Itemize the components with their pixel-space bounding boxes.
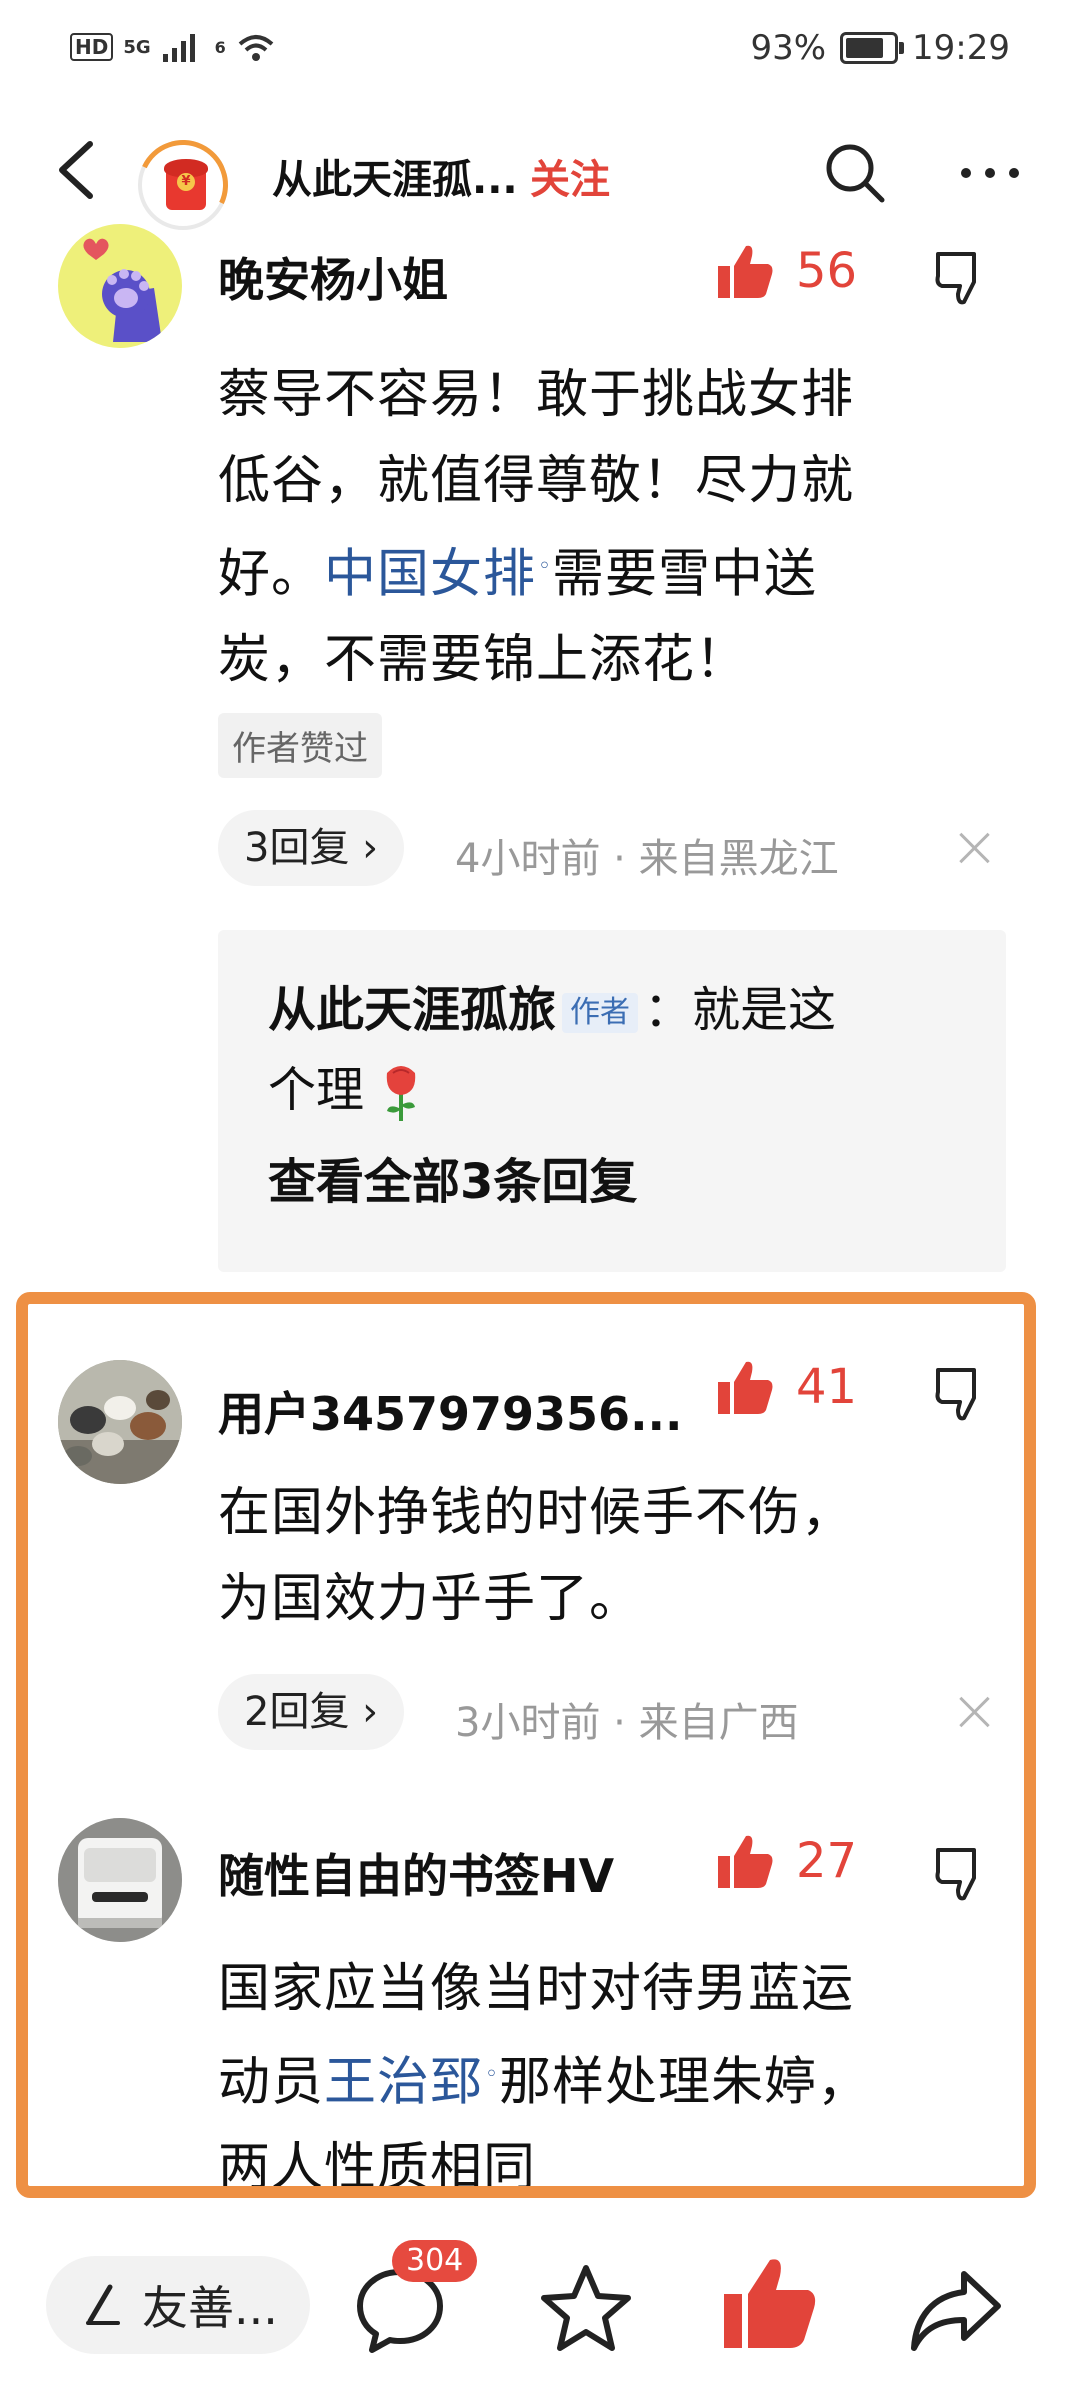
comment-meta: 3小时前 · 来自广西: [455, 1700, 799, 1746]
like-button[interactable]: 41: [716, 1358, 857, 1416]
view-all-replies[interactable]: 查看全部3条回复: [268, 1142, 968, 1222]
comment-line: 在国外挣钱的时候手不伤，: [218, 1483, 855, 1543]
keyword-search-icon: ◦: [485, 2062, 500, 2087]
status-bar: HD 5G 6 93% 19:29: [0, 0, 1080, 100]
hd-badge: HD: [70, 33, 114, 61]
battery-icon: [840, 32, 905, 64]
like-count: 56: [796, 243, 858, 299]
comment-text-segment: 那样处理朱婷，: [499, 2052, 871, 2113]
signal-icon: [162, 34, 195, 62]
comment-username[interactable]: 随性自由的书签HV: [218, 1840, 614, 1906]
keyword-link[interactable]: 中国女排: [324, 544, 536, 604]
like-button[interactable]: 56: [716, 242, 857, 300]
close-icon[interactable]: [955, 828, 995, 868]
bottom-bar: 友善... 304: [0, 2220, 1080, 2400]
replies-label: 2回复: [244, 1689, 350, 1735]
battery-percent: 93%: [750, 28, 827, 68]
thumb-down-icon[interactable]: [930, 246, 994, 310]
red-envelope-icon: [164, 159, 208, 210]
comment-line: 为国效力乎手了。: [218, 1569, 643, 1629]
robot-vacuum-avatar-icon: [58, 1818, 182, 1942]
comment-text: 在国外挣钱的时候手不伤， 为国效力乎手了。: [218, 1470, 978, 1642]
comment-username[interactable]: 晚安杨小姐: [218, 244, 448, 310]
replies-button[interactable]: 3回复 ›: [218, 810, 405, 886]
author-tag: 作者: [562, 993, 639, 1033]
comment-input[interactable]: 友善...: [46, 2256, 310, 2354]
avatar[interactable]: [58, 224, 182, 348]
like-count: 27: [796, 1833, 858, 1889]
comment-line: 好。中国女排◦需要雪中送: [218, 524, 978, 617]
reply-line: 个理: [268, 1050, 968, 1130]
status-left: HD 5G 6: [70, 30, 276, 64]
chevron-right-icon: ›: [349, 825, 379, 871]
top-nav: 从此天涯孤... 关注: [0, 100, 1080, 250]
thumb-up-icon[interactable]: [720, 2254, 820, 2354]
wifi-label: 6: [214, 37, 226, 57]
comment-input-placeholder: 友善...: [142, 2281, 278, 2335]
paw-avatar-icon: [83, 238, 162, 342]
share-icon[interactable]: [906, 2260, 1006, 2360]
comment-line: 蔡导不容易！敢于挑战女排: [218, 365, 855, 425]
follow-button[interactable]: 关注: [530, 147, 610, 205]
like-button[interactable]: 27: [716, 1832, 857, 1890]
close-icon[interactable]: [955, 1692, 995, 1732]
replies-button[interactable]: 2回复 ›: [218, 1674, 405, 1750]
comment-line: 炭，不需要锦上添花！: [218, 630, 749, 691]
comment-text: 蔡导不容易！敢于挑战女排 低谷，就值得尊敬！尽力就 好。中国女排◦需要雪中送 炭…: [218, 352, 978, 703]
signal-label: 5G: [123, 36, 151, 58]
comment-line: 动员王治郅◦那样处理朱婷，: [218, 2032, 978, 2125]
comment-text-segment: 动员: [218, 2052, 325, 2113]
thumb-up-icon: [718, 1835, 773, 1888]
search-icon[interactable]: [820, 138, 890, 208]
reply-text: ：就是这: [644, 982, 837, 1038]
star-icon[interactable]: [536, 2260, 636, 2360]
reply-preview[interactable]: 从此天涯孤旅 作者 ：就是这 个理 查看全部3条回复: [218, 930, 1006, 1272]
comment-text: 国家应当像当时对待男蓝运 动员王治郅◦那样处理朱婷， 两人性质相同: [218, 1946, 978, 2211]
like-count: 41: [796, 1359, 858, 1415]
reply-author[interactable]: 从此天涯孤旅: [268, 982, 556, 1038]
avatar[interactable]: [58, 1360, 182, 1484]
reply-line: 从此天涯孤旅 作者 ：就是这: [268, 970, 968, 1050]
thumb-up-icon: [718, 1361, 773, 1414]
comment-meta: 4小时前 · 来自黑龙江: [455, 836, 839, 882]
pen-icon: [86, 2284, 120, 2325]
thumb-up-icon: [718, 245, 773, 298]
reply-text: 个理: [268, 1062, 365, 1118]
comment-line: 低谷，就值得尊敬！尽力就: [218, 451, 855, 511]
comment-line: 国家应当像当时对待男蓝运: [218, 1959, 855, 2019]
comment-username[interactable]: 用户3457979356...: [218, 1378, 683, 1444]
chevron-right-icon: ›: [349, 1689, 379, 1735]
rose-icon: [387, 1066, 416, 1121]
replies-label: 3回复: [244, 825, 350, 871]
thumb-down-icon[interactable]: [930, 1362, 994, 1426]
status-right: 93% 19:29: [750, 28, 1010, 68]
channel-name[interactable]: 从此天涯孤...: [272, 147, 518, 205]
comment-text-segment: 需要雪中送: [552, 544, 818, 605]
back-icon[interactable]: [40, 130, 120, 210]
keyword-search-icon: ◦: [538, 554, 553, 579]
avatar[interactable]: [58, 1818, 182, 1942]
keyword-link[interactable]: 王治郅: [324, 2052, 483, 2112]
clock: 19:29: [912, 28, 1010, 68]
comment-line: 两人性质相同: [218, 2138, 537, 2199]
author-liked-badge: 作者赞过: [218, 713, 382, 778]
comment-text-segment: 好。: [218, 544, 325, 605]
wifi-icon: [238, 35, 274, 61]
thumb-down-icon[interactable]: [930, 1842, 994, 1906]
comment-count-badge: 304: [392, 2240, 478, 2282]
chickens-avatar-icon: [58, 1360, 182, 1484]
channel-avatar[interactable]: [125, 127, 241, 243]
battery-fill: [846, 38, 884, 58]
more-icon[interactable]: [950, 138, 1030, 208]
